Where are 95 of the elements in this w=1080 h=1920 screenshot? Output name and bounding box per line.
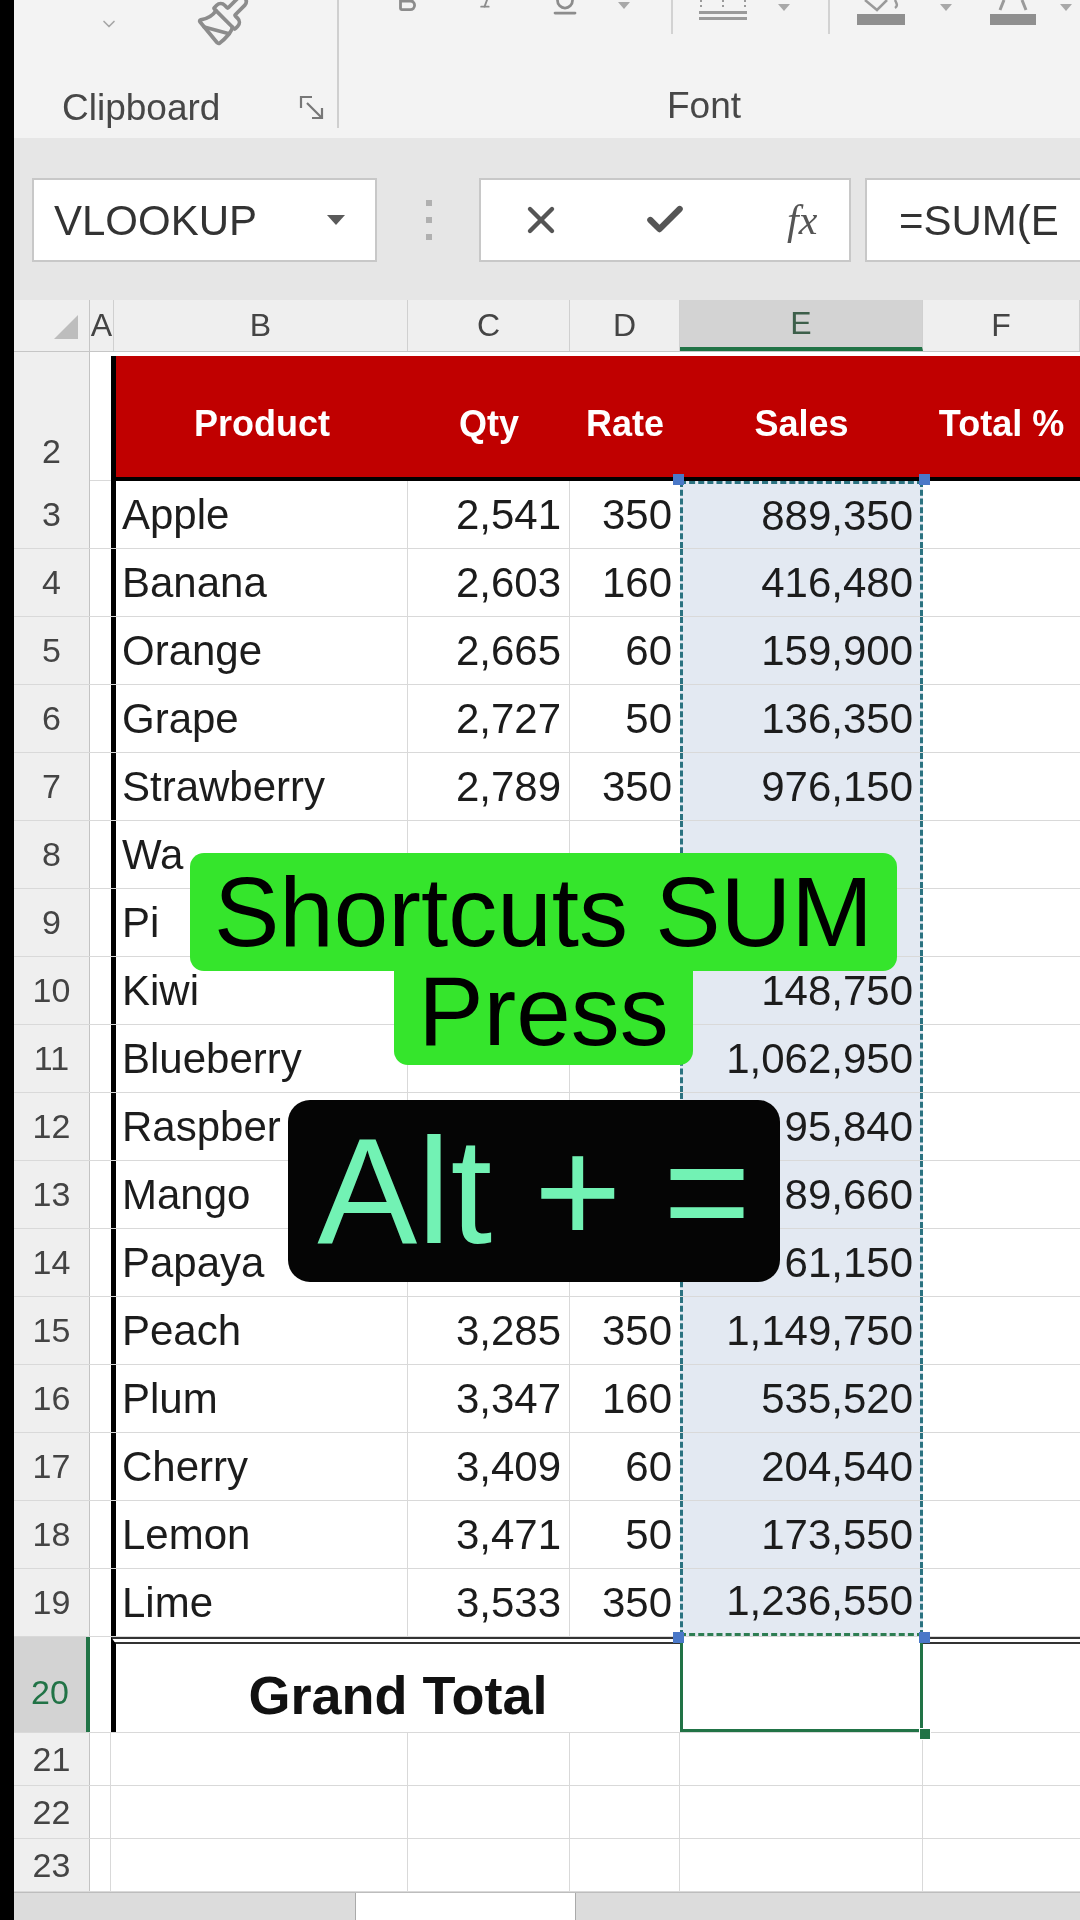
caption-banner: Press — [394, 971, 693, 1065]
table-cell: 159,900 — [680, 617, 923, 684]
table-cell: 204,540 — [680, 1433, 923, 1500]
table-cell: Peach — [111, 1297, 408, 1364]
table-header: Sales — [680, 356, 923, 481]
row-header[interactable]: 6 — [14, 685, 90, 752]
table-cell-text: 50 — [624, 693, 673, 744]
borders-icon[interactable] — [697, 0, 749, 22]
table-cell-text: 50 — [624, 1509, 673, 1560]
row-header[interactable]: 22 — [14, 1786, 90, 1838]
table-cell: Apple — [111, 481, 408, 548]
table-cell-text: 350 — [600, 1305, 673, 1356]
table-cell: 535,520 — [680, 1365, 923, 1432]
column-header[interactable]: C — [408, 300, 570, 351]
table-cell-text: 350 — [600, 761, 673, 812]
row-header[interactable]: 2 — [14, 352, 90, 481]
row-header[interactable]: 3 — [14, 481, 90, 548]
range-handle-icon[interactable] — [673, 1632, 684, 1643]
table-cell: 3,285 — [408, 1297, 570, 1364]
name-box[interactable]: VLOOKUP — [32, 178, 377, 262]
table-cell-text: 60 — [624, 1441, 673, 1492]
table-header: Product — [111, 356, 408, 481]
row-header[interactable]: 12 — [14, 1093, 90, 1160]
table-cell-text: 160 — [600, 1373, 673, 1424]
range-handle-icon[interactable] — [919, 1632, 930, 1643]
table-cell: 2,665 — [408, 617, 570, 684]
row-header[interactable]: 11 — [14, 1025, 90, 1092]
font-color-icon[interactable] — [988, 0, 1038, 26]
table-cell: Strawberry — [111, 753, 408, 820]
table-cell-text: 60 — [624, 625, 673, 676]
row-header[interactable]: 9 — [14, 889, 90, 956]
table-cell: 3,471 — [408, 1501, 570, 1568]
row-header[interactable]: 20 — [14, 1637, 90, 1732]
ribbon-group-label: Clipboard — [62, 86, 221, 130]
row-header[interactable]: 21 — [14, 1733, 90, 1785]
table-header: Qty — [408, 356, 570, 481]
table-cell: 3,347 — [408, 1365, 570, 1432]
column-header[interactable]: B — [114, 300, 408, 351]
caption-banner: Shortcuts SUM — [190, 853, 897, 971]
row-header[interactable]: 8 — [14, 821, 90, 888]
row-header[interactable]: 17 — [14, 1433, 90, 1500]
table-cell: 136,350 — [680, 685, 923, 752]
table-cell: 173,550 — [680, 1501, 923, 1568]
table-cell: Lemon — [111, 1501, 408, 1568]
table-cell-text: 160 — [600, 557, 673, 608]
column-header[interactable]: A — [90, 300, 114, 351]
table-cell-text: 350 — [600, 1577, 673, 1628]
dialog-launcher-icon[interactable] — [299, 95, 325, 121]
row-header[interactable]: 13 — [14, 1161, 90, 1228]
horizontal-scrollbar[interactable] — [575, 1893, 1080, 1920]
ribbon-group-label: Font — [667, 84, 742, 128]
paintbrush-icon[interactable] — [195, 0, 251, 48]
table-cell: Lime — [111, 1569, 408, 1636]
shortcut-caption: Alt + = — [288, 1100, 780, 1282]
row-header[interactable]: 10 — [14, 957, 90, 1024]
row-header[interactable]: 15 — [14, 1297, 90, 1364]
table-cell: 416,480 — [680, 549, 923, 616]
select-all-icon[interactable] — [54, 315, 78, 339]
table-cell: 3,409 — [408, 1433, 570, 1500]
fill-handle-icon[interactable] — [919, 1728, 931, 1740]
insert-function-button[interactable]: fx — [787, 196, 818, 244]
table-cell: Banana — [111, 549, 408, 616]
row-header[interactable]: 14 — [14, 1229, 90, 1296]
row-header[interactable]: 23 — [14, 1839, 90, 1891]
table-cell: 1,149,750 — [680, 1297, 923, 1364]
row-header[interactable]: 19 — [14, 1569, 90, 1636]
table-cell: 889,350 — [680, 481, 923, 548]
table-cell: 2,541 — [408, 481, 570, 548]
table-cell: 3,533 — [408, 1569, 570, 1636]
table-cell: 2,789 — [408, 753, 570, 820]
table-header: Rate — [570, 356, 680, 481]
column-header[interactable]: E — [680, 300, 923, 351]
row-header[interactable]: 4 — [14, 549, 90, 616]
table-cell: 1,062,950 — [680, 1025, 923, 1092]
row-header[interactable]: 16 — [14, 1365, 90, 1432]
vertical-dots-icon — [426, 200, 432, 240]
table-cell: Grape — [111, 685, 408, 752]
range-handle-icon[interactable] — [919, 474, 930, 485]
table-header: Total % — [923, 356, 1080, 481]
table-cell: 1,236,550 — [680, 1569, 923, 1636]
fill-color-icon[interactable] — [855, 0, 907, 26]
table-cell: Orange — [111, 617, 408, 684]
range-handle-icon[interactable] — [673, 474, 684, 485]
table-cell: Plum — [111, 1365, 408, 1432]
column-header[interactable]: F — [923, 300, 1080, 351]
row-header[interactable]: 18 — [14, 1501, 90, 1568]
table-cell: 976,150 — [680, 753, 923, 820]
table-cell: Cherry — [111, 1433, 408, 1500]
formula-input[interactable]: =SUM(E — [865, 178, 1080, 262]
row-header[interactable]: 5 — [14, 617, 90, 684]
table-cell-text: 350 — [600, 489, 673, 540]
table-cell: 2,603 — [408, 549, 570, 616]
caret-down-icon[interactable] — [327, 215, 345, 225]
table-cell: 2,727 — [408, 685, 570, 752]
row-header[interactable]: 7 — [14, 753, 90, 820]
